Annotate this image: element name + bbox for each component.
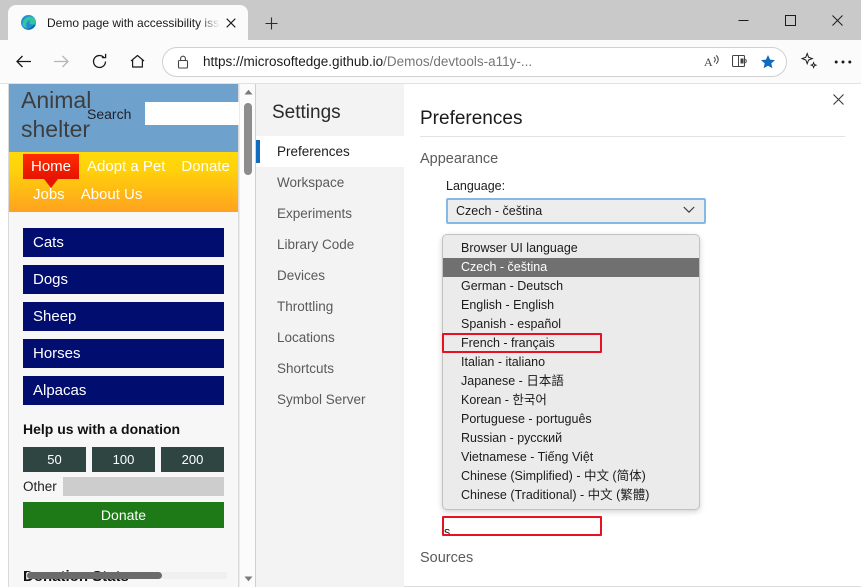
chevron-down-icon <box>683 206 695 217</box>
option-chinese-simplified[interactable]: Chinese (Simplified) - 中文 (简体) <box>443 467 699 486</box>
other-amount-label: Other <box>23 479 57 494</box>
section-sources: Sources <box>420 550 474 566</box>
amount-button-200[interactable]: 200 <box>161 447 224 472</box>
amount-button-50[interactable]: 50 <box>23 447 86 472</box>
svg-text:A: A <box>704 55 713 69</box>
list-item[interactable]: Dogs <box>23 265 224 294</box>
scroll-up-arrow-icon[interactable] <box>240 84 255 100</box>
immersive-reader-icon[interactable] <box>726 49 754 75</box>
scrollbar-thumb[interactable] <box>244 103 252 175</box>
sidebar-item-locations[interactable]: Locations <box>256 322 404 353</box>
amount-button-100[interactable]: 100 <box>92 447 155 472</box>
option-vietnamese[interactable]: Vietnamese - Tiếng Việt <box>443 448 699 467</box>
scroll-down-arrow-icon[interactable] <box>240 571 255 587</box>
browser-toolbar: https://microsoftedge.github.io/Demos/de… <box>0 40 861 84</box>
title-bar: Demo page with accessibility issues <box>0 0 861 40</box>
minimize-button[interactable] <box>720 0 767 40</box>
title-divider <box>420 136 845 137</box>
page-horizontal-scrollbar[interactable] <box>27 572 227 579</box>
sidebar-item-experiments[interactable]: Experiments <box>256 198 404 229</box>
option-english[interactable]: English - English <box>443 296 699 315</box>
nav-item-home[interactable]: Home <box>23 154 80 188</box>
site-header: Animal shelter Search <box>9 84 251 152</box>
sidebar-item-workspace[interactable]: Workspace <box>256 167 404 198</box>
url-host: https://microsoftedge.github.io <box>203 54 384 69</box>
search-label: Search <box>87 106 132 122</box>
address-bar[interactable]: https://microsoftedge.github.io/Demos/de… <box>162 46 787 77</box>
favorite-star-icon[interactable] <box>754 49 782 75</box>
category-list: Cats Dogs Sheep Horses Alpacas <box>9 212 238 405</box>
option-spanish[interactable]: Spanish - español <box>443 315 699 334</box>
other-amount-input[interactable] <box>62 477 224 496</box>
obscured-text-fragment: s <box>444 525 451 539</box>
option-korean[interactable]: Korean - 한국어 <box>443 391 699 410</box>
back-icon[interactable] <box>8 47 38 77</box>
content-area: Animal shelter Search Home Adopt a Pet D… <box>0 84 861 587</box>
search-input[interactable] <box>145 102 251 125</box>
nav-item-donate[interactable]: Donate <box>173 154 237 179</box>
section-appearance: Appearance <box>420 151 499 167</box>
copilot-sparkle-icon[interactable] <box>793 47 825 77</box>
devtools-settings-dialog: Settings Preferences Workspace Experimen… <box>255 84 861 587</box>
sidebar-item-devices[interactable]: Devices <box>256 260 404 291</box>
option-chinese-traditional[interactable]: Chinese (Traditional) - 中文 (繁體) <box>443 486 699 505</box>
nav-item-about-us[interactable]: About Us <box>73 182 151 207</box>
option-browser-ui-language[interactable]: Browser UI language <box>443 239 699 258</box>
browser-window: Demo page with accessibility issues http… <box>0 0 861 587</box>
donation-amounts: 50 100 200 <box>9 447 238 472</box>
close-icon[interactable] <box>827 88 849 110</box>
reload-icon[interactable] <box>84 47 114 77</box>
home-icon[interactable] <box>122 47 152 77</box>
other-amount-row: Other <box>9 472 238 496</box>
list-item[interactable]: Cats <box>23 228 224 257</box>
option-german[interactable]: German - Deutsch <box>443 277 699 296</box>
tab-close-icon[interactable] <box>220 12 242 34</box>
option-italian[interactable]: Italian - italiano <box>443 353 699 372</box>
sidebar-item-shortcuts[interactable]: Shortcuts <box>256 353 404 384</box>
lock-icon <box>175 55 191 69</box>
url-path: /Demos/devtools-a11y-... <box>383 54 533 69</box>
browser-tab[interactable]: Demo page with accessibility issues <box>8 5 248 40</box>
maximize-button[interactable] <box>767 0 814 40</box>
page-title: Preferences <box>420 108 523 129</box>
forward-icon[interactable] <box>46 47 76 77</box>
settings-sidebar: Settings Preferences Workspace Experimen… <box>256 84 404 587</box>
sidebar-item-library-code[interactable]: Library Code <box>256 229 404 260</box>
language-label: Language: <box>446 179 506 193</box>
option-russian[interactable]: Russian - русский <box>443 429 699 448</box>
tab-title: Demo page with accessibility issues <box>47 15 220 30</box>
donate-button[interactable]: Donate <box>23 502 224 528</box>
option-portuguese[interactable]: Portuguese - português <box>443 410 699 429</box>
read-aloud-icon[interactable]: A <box>698 49 726 75</box>
nav-item-adopt-a-pet[interactable]: Adopt a Pet <box>79 154 173 179</box>
site-nav: Home Adopt a Pet Donate Jobs About Us <box>9 152 238 212</box>
settings-heading: Settings <box>272 102 341 123</box>
sidebar-item-preferences[interactable]: Preferences <box>256 136 404 167</box>
option-czech[interactable]: Czech - čeština <box>443 258 699 277</box>
preferences-panel: Preferences Appearance Language: Czech -… <box>404 84 861 587</box>
site-title: Animal shelter <box>21 87 92 142</box>
sidebar-item-throttling[interactable]: Throttling <box>256 291 404 322</box>
list-item[interactable]: Horses <box>23 339 224 368</box>
list-item[interactable]: Alpacas <box>23 376 224 405</box>
browser-settings-icon[interactable] <box>827 47 859 77</box>
language-dropdown-list[interactable]: Browser UI language Czech - čeština Germ… <box>442 234 700 510</box>
donation-heading: Help us with a donation <box>23 421 181 437</box>
animal-shelter-page: Animal shelter Search Home Adopt a Pet D… <box>8 84 251 587</box>
language-select-value: Czech - čeština <box>456 204 543 218</box>
language-select[interactable]: Czech - čeština <box>446 198 706 224</box>
edge-logo-icon <box>20 14 37 31</box>
option-french[interactable]: French - français <box>443 334 699 353</box>
new-tab-button[interactable] <box>258 10 284 36</box>
sidebar-item-symbol-server[interactable]: Symbol Server <box>256 384 404 415</box>
window-controls <box>720 0 861 40</box>
page-vertical-scrollbar[interactable] <box>239 84 255 587</box>
nav-row-primary: Home Adopt a Pet Donate <box>9 154 238 188</box>
omnibox-actions: A <box>698 49 782 75</box>
list-item[interactable]: Sheep <box>23 302 224 331</box>
web-page-pane: Animal shelter Search Home Adopt a Pet D… <box>0 84 255 587</box>
close-button[interactable] <box>814 0 861 40</box>
address-bar-url: https://microsoftedge.github.io/Demos/de… <box>203 54 698 69</box>
option-japanese[interactable]: Japanese - 日本語 <box>443 372 699 391</box>
